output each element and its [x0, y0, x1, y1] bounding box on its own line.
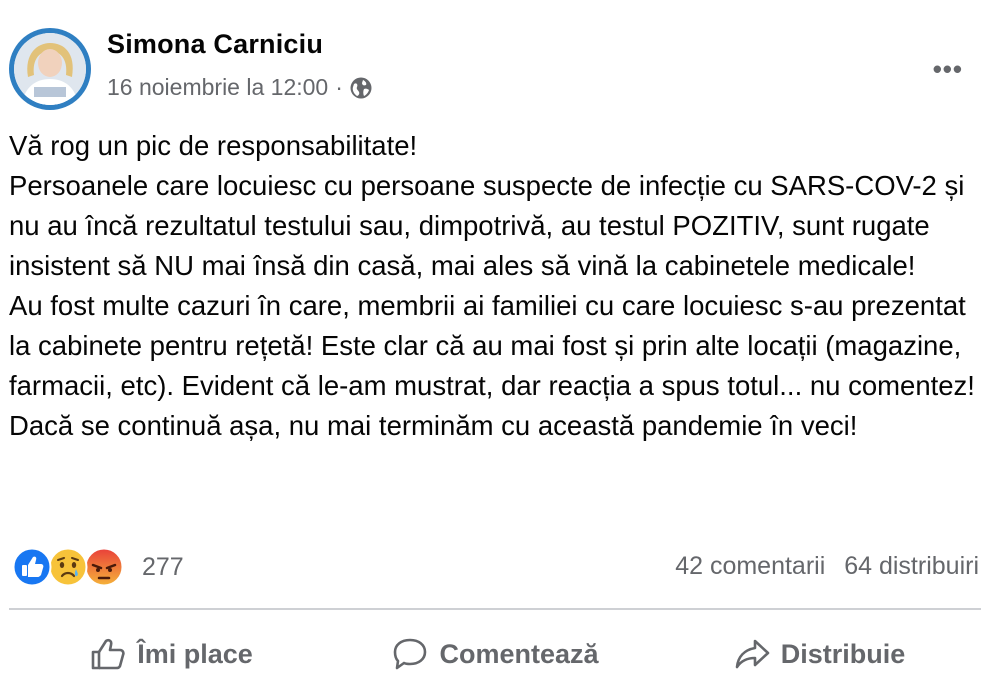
post-actions-bar: Îmi place Comentează Distribuie	[9, 628, 981, 680]
comment-icon	[394, 638, 427, 670]
author-name[interactable]: Simona Carniciu	[107, 29, 323, 60]
post-paragraph: Persoanele care locuiesc cu persoane sus…	[9, 170, 965, 281]
like-button-label: Îmi place	[137, 638, 253, 669]
angry-icon	[84, 547, 124, 587]
post-meta: 16 noiembrie la 12:00 ·	[107, 74, 373, 101]
share-arrow-icon	[735, 639, 770, 669]
post-paragraph: Vă rog un pic de responsabilitate!	[9, 130, 418, 161]
author-avatar[interactable]	[9, 28, 91, 110]
share-button[interactable]: Distribuie	[657, 628, 981, 680]
action-divider	[9, 608, 981, 610]
reaction-icons	[12, 547, 128, 587]
more-options-button[interactable]: •••	[933, 54, 963, 85]
like-icon	[12, 547, 52, 587]
comment-button-label: Comentează	[439, 638, 599, 669]
reaction-count[interactable]: 277	[142, 553, 184, 582]
shares-count-link[interactable]: 64 distribuiri	[844, 552, 979, 580]
thumbs-up-icon	[91, 638, 125, 670]
reactions-summary[interactable]: 277	[12, 547, 184, 587]
post-paragraph: Dacă se continuă așa, nu mai terminăm cu…	[9, 410, 858, 441]
post-paragraph: Au fost multe cazuri în care, membrii ai…	[9, 290, 975, 401]
avatar-image	[14, 33, 86, 105]
engagement-counts: 42 comentarii 64 distribuiri	[675, 552, 979, 581]
comment-button[interactable]: Comentează	[333, 628, 657, 680]
avatar-photo	[14, 33, 86, 105]
sad-icon	[48, 547, 88, 587]
like-button[interactable]: Îmi place	[9, 628, 333, 680]
meta-separator: ·	[335, 74, 343, 100]
post-body: Vă rog un pic de responsabilitate! Perso…	[9, 126, 984, 446]
comments-count-link[interactable]: 42 comentarii	[675, 552, 825, 580]
globe-icon[interactable]	[349, 76, 373, 100]
post-timestamp[interactable]: 16 noiembrie la 12:00	[107, 74, 328, 101]
share-button-label: Distribuie	[780, 638, 906, 669]
